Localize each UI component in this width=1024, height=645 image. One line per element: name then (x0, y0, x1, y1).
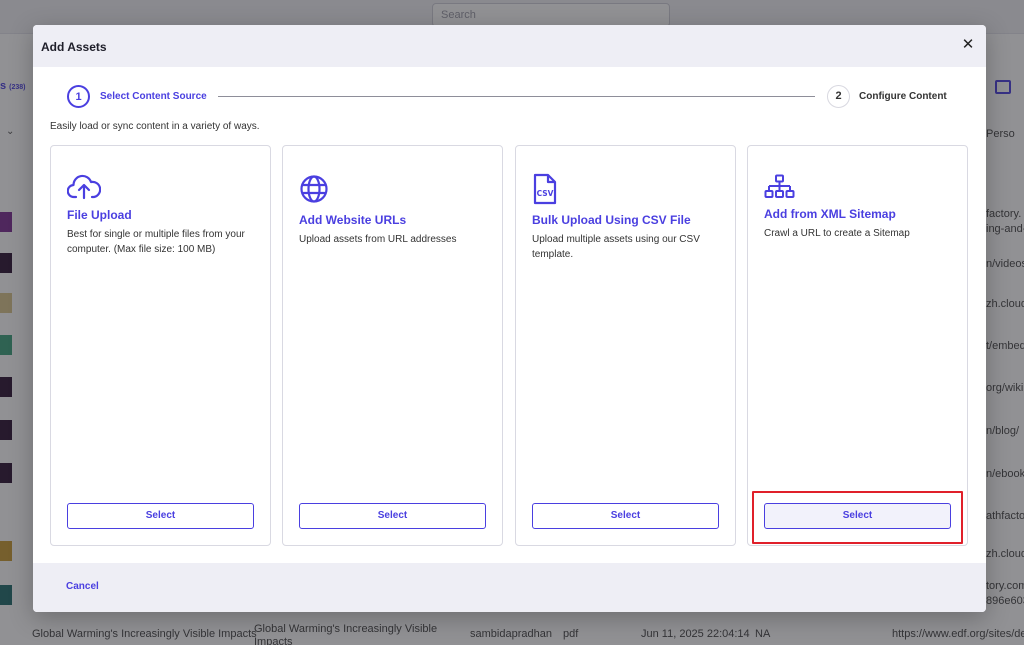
globe-icon (299, 174, 333, 204)
step-number: 1 (67, 85, 90, 108)
card-description: Upload assets from URL addresses (299, 234, 457, 245)
xml-sitemap-select-button[interactable]: Select (764, 503, 951, 529)
svg-text:CSV: CSV (537, 189, 554, 198)
step-connector (218, 96, 815, 97)
step-label: Configure Content (859, 91, 947, 102)
csv-upload-card[interactable]: CSV Bulk Upload Using CSV File Upload mu… (515, 145, 736, 546)
card-description: Upload multiple assets using our CSV tem… (532, 234, 700, 260)
modal-footer: Cancel (33, 563, 986, 612)
stepper: 1 Select Content Source 2 Configure Cont… (67, 85, 954, 109)
csv-file-icon: CSV (532, 173, 566, 205)
card-title: Bulk Upload Using CSV File (532, 213, 691, 227)
add-assets-modal: Add Assets ✕ 1 Select Content Source 2 C… (33, 25, 986, 612)
card-title: Add from XML Sitemap (764, 207, 896, 221)
modal-header: Add Assets ✕ (33, 25, 986, 67)
close-icon[interactable]: ✕ (960, 37, 976, 53)
card-title: Add Website URLs (299, 213, 407, 227)
cancel-button[interactable]: Cancel (66, 581, 99, 592)
csv-upload-select-button[interactable]: Select (532, 503, 719, 529)
website-urls-select-button[interactable]: Select (299, 503, 486, 529)
step-number: 2 (827, 85, 850, 108)
modal-title: Add Assets (41, 40, 107, 54)
website-urls-card[interactable]: Add Website URLs Upload assets from URL … (282, 145, 503, 546)
file-upload-select-button[interactable]: Select (67, 503, 254, 529)
sitemap-icon (764, 174, 798, 204)
card-description: Best for single or multiple files from y… (67, 229, 245, 255)
modal-subtitle: Easily load or sync content in a variety… (50, 121, 260, 132)
content-source-cards: File Upload Best for single or multiple … (50, 145, 969, 546)
file-upload-card[interactable]: File Upload Best for single or multiple … (50, 145, 271, 546)
xml-sitemap-card[interactable]: Add from XML Sitemap Crawl a URL to crea… (747, 145, 968, 546)
card-title: File Upload (67, 208, 132, 222)
card-description: Crawl a URL to create a Sitemap (764, 228, 910, 239)
cloud-upload-icon (67, 174, 101, 204)
step-label: Select Content Source (100, 91, 207, 102)
